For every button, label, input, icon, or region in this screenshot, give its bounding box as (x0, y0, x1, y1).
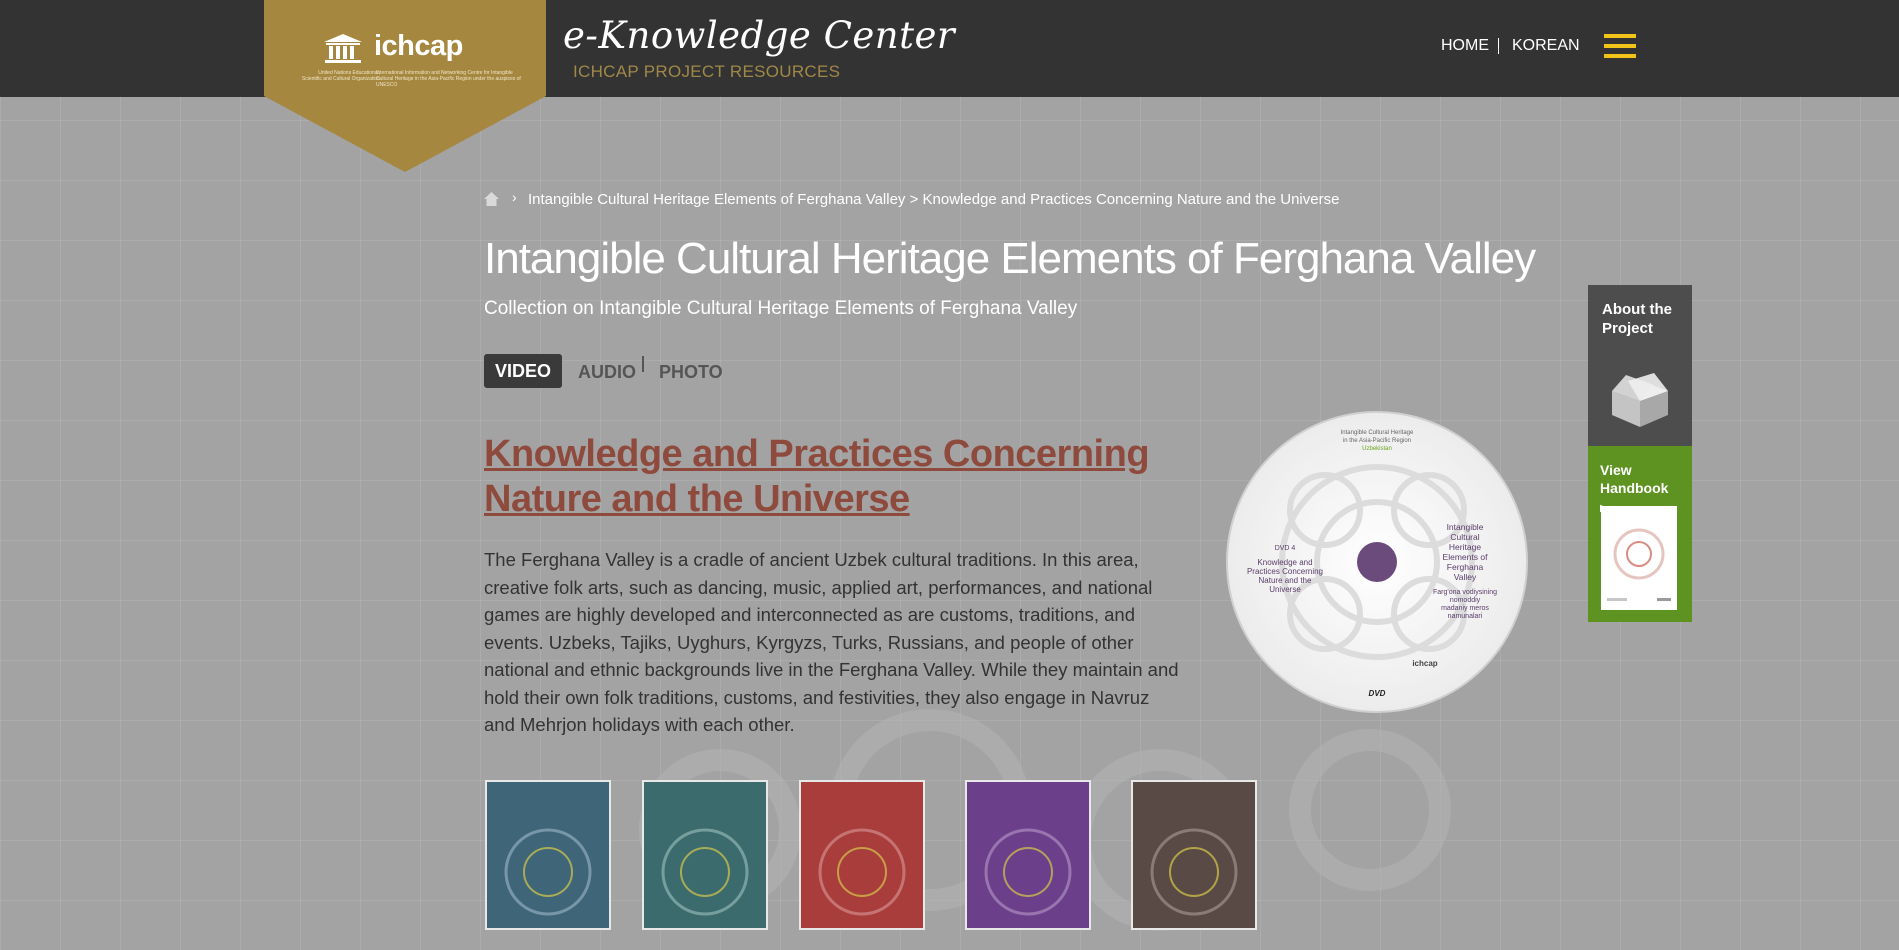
dvd-header-tag: Uzbekistan (1362, 446, 1392, 452)
dvd-right-text-1: Intangible (1447, 522, 1484, 532)
dvd-cover-image[interactable]: Intangible Cultural Heritage in the Asia… (1225, 410, 1529, 714)
page-subtitle: Collection on Intangible Cultural Herita… (484, 298, 1078, 319)
tab-divider (642, 356, 644, 372)
tab-video[interactable]: VIDEO (484, 354, 562, 388)
site-subtitle: ICHCAP PROJECT RESOURCES (573, 62, 841, 81)
dvd-thumbnail[interactable] (1131, 780, 1257, 930)
dvd-header-line1: Intangible Cultural Heritage (1341, 430, 1414, 436)
view-handbook-text: View Handbook (1600, 462, 1669, 496)
item-title-link[interactable]: Knowledge and Practices Concerning Natur… (484, 432, 1164, 522)
dvd-thumbnail[interactable] (642, 780, 768, 930)
dvd-thumbnail[interactable] (485, 780, 611, 930)
dvd-right-uz-4: namunalari (1448, 613, 1483, 620)
dvd-left-text-2: Practices Concerning (1247, 567, 1323, 576)
nav-korean-link[interactable]: KOREAN (1512, 37, 1580, 55)
dvd-right-text-4: Elements of (1443, 552, 1489, 562)
dvd-left-text-1: Knowledge and (1257, 558, 1312, 567)
dvd-format-logo: DVD (1369, 689, 1386, 698)
dvd-right-text-3: Heritage (1449, 542, 1481, 552)
nav-divider (1498, 38, 1499, 54)
about-project-label: About the Project (1602, 301, 1672, 337)
item-description: The Ferghana Valley is a cradle of ancie… (484, 549, 1179, 735)
view-handbook-panel[interactable]: View Handbook ▶ (1588, 446, 1692, 622)
nav-home-link[interactable]: HOME (1441, 37, 1489, 55)
unesco-temple-icon (324, 34, 362, 63)
dvd-thumbnail[interactable] (799, 780, 925, 930)
box-icon (1612, 373, 1668, 427)
breadcrumb[interactable]: Intangible Cultural Heritage Elements of… (528, 191, 1339, 208)
dvd-right-text-6: Valley (1454, 572, 1477, 582)
page-title: Intangible Cultural Heritage Elements of… (484, 234, 1536, 283)
tab-audio[interactable]: AUDIO (578, 362, 636, 383)
dvd-header-line2: in the Asia-Pacific Region (1343, 438, 1411, 444)
about-project-panel[interactable]: About the Project (1588, 285, 1692, 446)
breadcrumb-chevron-icon: › (512, 189, 517, 205)
dvd-right-uz-2: nomoddiy (1450, 597, 1481, 604)
dvd-right-text-5: Ferghana (1447, 562, 1484, 572)
dvd-right-uz-3: madaniy meros (1441, 605, 1489, 612)
dvd-thumbnail[interactable] (965, 780, 1091, 930)
dvd-left-text-4: Universe (1269, 585, 1301, 594)
tab-photo[interactable]: PHOTO (659, 362, 723, 383)
ichcap-org-text: International Information and Networking… (376, 70, 521, 88)
unesco-org-text: United Nations Educational, Scientific a… (301, 70, 380, 82)
dvd-footer-logo: ichcap (1412, 659, 1437, 668)
handbook-cover-image[interactable] (1601, 506, 1677, 610)
dvd-left-text-3: Nature and the (1259, 576, 1312, 585)
home-icon[interactable] (484, 192, 499, 206)
ichcap-logo-text: ichcap (374, 30, 463, 62)
dvd-disc-label: DVD 4 (1275, 545, 1296, 552)
dvd-right-text-2: Cultural (1450, 532, 1479, 542)
site-title[interactable]: e-Knowledge Center (563, 14, 955, 57)
hamburger-menu-icon[interactable] (1604, 34, 1636, 58)
dvd-right-uz-1: Farg'ona vodiysining (1433, 589, 1497, 596)
